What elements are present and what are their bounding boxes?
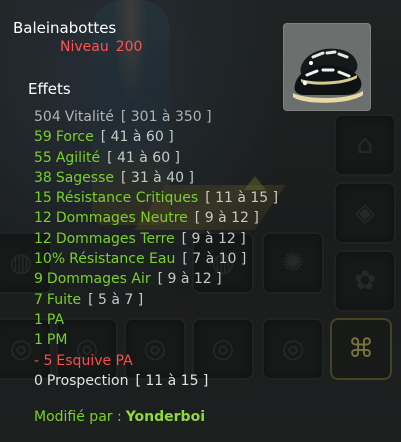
effect-value: 9 — [34, 271, 43, 288]
effect-row: 1 PA — [34, 310, 278, 330]
effect-value: 15 — [34, 190, 52, 207]
effect-name: Fuite — [46, 291, 82, 308]
modified-by: Modifié par : Yonderboi — [34, 409, 205, 425]
effect-row: 55 Agilité [ 41 à 60 ] — [34, 148, 278, 168]
effect-row: 12 Dommages Neutre [ 9 à 12 ] — [34, 208, 278, 228]
item-level-label: Niveau — [60, 39, 109, 55]
effect-range: [ 41 à 60 ] — [107, 149, 181, 166]
effect-value: 10% — [34, 251, 66, 268]
effect-value: 12 — [34, 210, 52, 227]
effect-value: 7 — [34, 291, 43, 308]
effects-list: 504 Vitalité [ 301 à 350 ] 59 Force [ 41 à 60… — [34, 107, 278, 391]
effect-value: 55 — [34, 149, 52, 166]
effect-row: 7 Fuite [ 5 à 7 ] — [34, 290, 278, 310]
effect-row: 504 Vitalité [ 301 à 350 ] — [34, 107, 278, 127]
effect-range: [ 31 à 40 ] — [121, 169, 194, 186]
effect-name: Sagesse — [55, 169, 114, 186]
effect-name: Résistance Eau — [69, 251, 176, 268]
effect-row: 59 Force [ 41 à 60 ] — [34, 127, 278, 147]
effect-range: [ 11 à 15 ] — [205, 190, 279, 207]
effect-row: 10% Résistance Eau [ 7 à 10 ] — [34, 249, 278, 269]
effect-value: 1 — [34, 311, 43, 328]
effect-value: 59 — [34, 129, 52, 146]
effect-range: [ 9 à 12 ] — [181, 230, 246, 247]
black-white-boots-icon — [293, 48, 363, 103]
effect-value: - 5 — [34, 352, 53, 369]
item-name: Baleinabottes — [13, 19, 117, 37]
effect-value: 38 — [34, 169, 52, 186]
effect-name: Esquive PA — [56, 352, 133, 369]
effect-row: 12 Dommages Terre [ 9 à 12 ] — [34, 229, 278, 249]
effect-row: 9 Dommages Air [ 9 à 12 ] — [34, 269, 278, 289]
item-level-value: 200 — [115, 39, 143, 55]
effect-name: Prospection — [46, 372, 129, 389]
effect-range: [ 5 à 7 ] — [88, 291, 144, 308]
effect-name: Dommages Terre — [55, 230, 175, 247]
effect-range: [ 9 à 12 ] — [157, 271, 222, 288]
effect-range: [ 301 à 350 ] — [120, 109, 212, 125]
effect-name: Force — [55, 129, 94, 146]
effect-range: [ 11 à 15 ] — [135, 372, 209, 389]
item-image — [283, 23, 371, 111]
effect-name: Agilité — [55, 149, 101, 166]
modified-by-label: Modifié par : — [34, 409, 122, 425]
effect-name: PA — [46, 311, 65, 328]
effect-name: Dommages Neutre — [55, 210, 188, 227]
effect-value: 0 — [34, 372, 43, 389]
effect-value: 1 — [34, 332, 43, 349]
effect-name: Dommages Air — [46, 271, 151, 288]
effect-row: 38 Sagesse [ 31 à 40 ] — [34, 168, 278, 188]
effect-value: 12 — [34, 230, 52, 247]
effect-row: - 5 Esquive PA — [34, 351, 278, 371]
effect-value: 504 — [34, 109, 61, 125]
effect-range: [ 41 à 60 ] — [100, 129, 174, 146]
modified-by-name: Yonderboi — [125, 409, 205, 425]
item-level: Niveau 200 — [60, 39, 142, 55]
effect-name: PM — [46, 332, 68, 349]
effect-name: Vitalité — [64, 109, 114, 125]
effect-row: 15 Résistance Critiques [ 11 à 15 ] — [34, 188, 278, 208]
effect-range: [ 7 à 10 ] — [182, 251, 247, 268]
item-tooltip: Baleinabottes Niveau 200 Effets 504 Vitali… — [0, 0, 401, 442]
effect-range: [ 9 à 12 ] — [194, 210, 259, 227]
effects-heading: Effets — [28, 80, 71, 98]
effect-row: 1 PM — [34, 330, 278, 350]
effect-name: Résistance Critiques — [55, 190, 199, 207]
effect-row: 0 Prospection [ 11 à 15 ] — [34, 371, 278, 391]
